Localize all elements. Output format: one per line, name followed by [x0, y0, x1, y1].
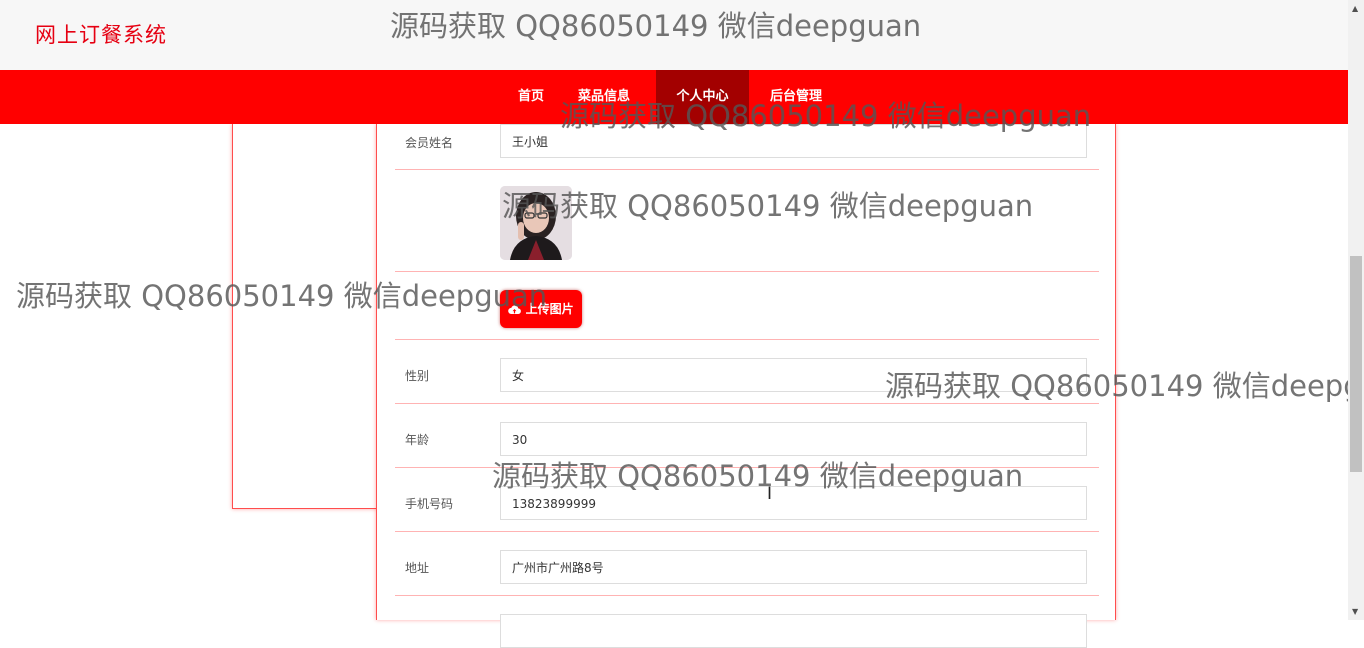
page-scrollbar[interactable]: ▲ ▼ — [1348, 0, 1364, 620]
member-name-label: 会员姓名 — [405, 136, 454, 150]
text-cursor-icon: I — [767, 484, 773, 504]
address-label: 地址 — [405, 561, 430, 575]
row-next-field — [395, 596, 1099, 648]
age-label: 年龄 — [405, 433, 430, 447]
next-field-input[interactable] — [500, 614, 1087, 648]
scrollbar-thumb[interactable] — [1350, 256, 1362, 472]
sidebar-panel — [232, 124, 378, 509]
row-address: 地址 广州市广州路8号 — [395, 532, 1099, 596]
site-logo-title[interactable]: 网上订餐系统 — [35, 19, 167, 49]
nav-home[interactable]: 首页 — [518, 70, 544, 124]
address-input[interactable]: 广州市广州路8号 — [500, 550, 1087, 584]
age-input[interactable]: 30 — [500, 422, 1087, 456]
watermark-text: 源码获取 QQ86050149 微信deepguan — [560, 99, 1092, 133]
watermark-text: 源码获取 QQ86050149 微信deepguan — [390, 9, 922, 43]
gender-label: 性别 — [405, 369, 430, 383]
watermark-text: 源码获取 QQ86050149 微信deepguan — [492, 459, 1024, 493]
watermark-text: 源码获取 QQ86050149 微信deepguan — [502, 189, 1034, 223]
phone-label: 手机号码 — [405, 497, 454, 511]
watermark-text: 源码获取 QQ86050149 微信deepguan — [885, 369, 1348, 403]
scroll-up-arrow-icon[interactable]: ▲ — [1352, 4, 1358, 13]
scroll-down-arrow-icon[interactable]: ▼ — [1352, 607, 1358, 616]
watermark-text: 源码获取 QQ86050149 微信deepguan — [16, 279, 548, 313]
